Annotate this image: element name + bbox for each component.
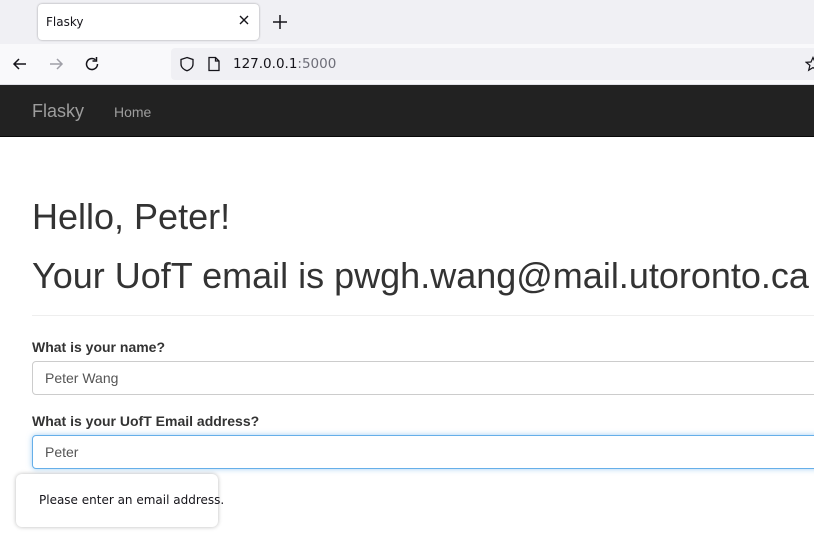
nav-link-home[interactable]: Home (114, 104, 151, 120)
greeting-heading: Hello, Peter! (32, 196, 231, 237)
tracking-protection-shield-icon[interactable] (179, 56, 195, 72)
validation-tooltip: Please enter an email address. (16, 474, 224, 527)
plus-icon[interactable] (271, 13, 289, 31)
navbar-brand[interactable]: Flasky (32, 101, 84, 122)
reload-icon[interactable] (83, 55, 101, 73)
close-icon[interactable] (237, 13, 251, 27)
email-heading: Your UofT email is pwgh.wang@mail.utoron… (32, 255, 809, 296)
email-label: What is your UofT Email address? (32, 413, 260, 429)
app-navbar: Flasky Home (0, 85, 814, 137)
browser-toolbar: 127.0.0.1:5000 (0, 44, 814, 85)
back-arrow-icon[interactable] (11, 55, 29, 73)
url-text[interactable]: 127.0.0.1:5000 (233, 56, 336, 72)
email-input[interactable] (32, 435, 814, 469)
name-input[interactable] (32, 361, 814, 395)
browser-tab[interactable]: Flasky (38, 4, 259, 40)
url-bar[interactable]: 127.0.0.1:5000 (171, 48, 814, 80)
name-label: What is your name? (32, 339, 166, 355)
bookmark-star-icon[interactable] (805, 56, 814, 72)
page-info-icon[interactable] (207, 56, 221, 72)
tab-strip: Flasky (0, 0, 814, 44)
forward-arrow-icon[interactable] (47, 55, 65, 73)
tab-title: Flasky (46, 15, 84, 29)
url-port: :5000 (297, 56, 337, 72)
validation-message: Please enter an email address. (39, 493, 225, 507)
header-divider (32, 315, 814, 316)
url-host: 127.0.0.1 (233, 56, 298, 72)
